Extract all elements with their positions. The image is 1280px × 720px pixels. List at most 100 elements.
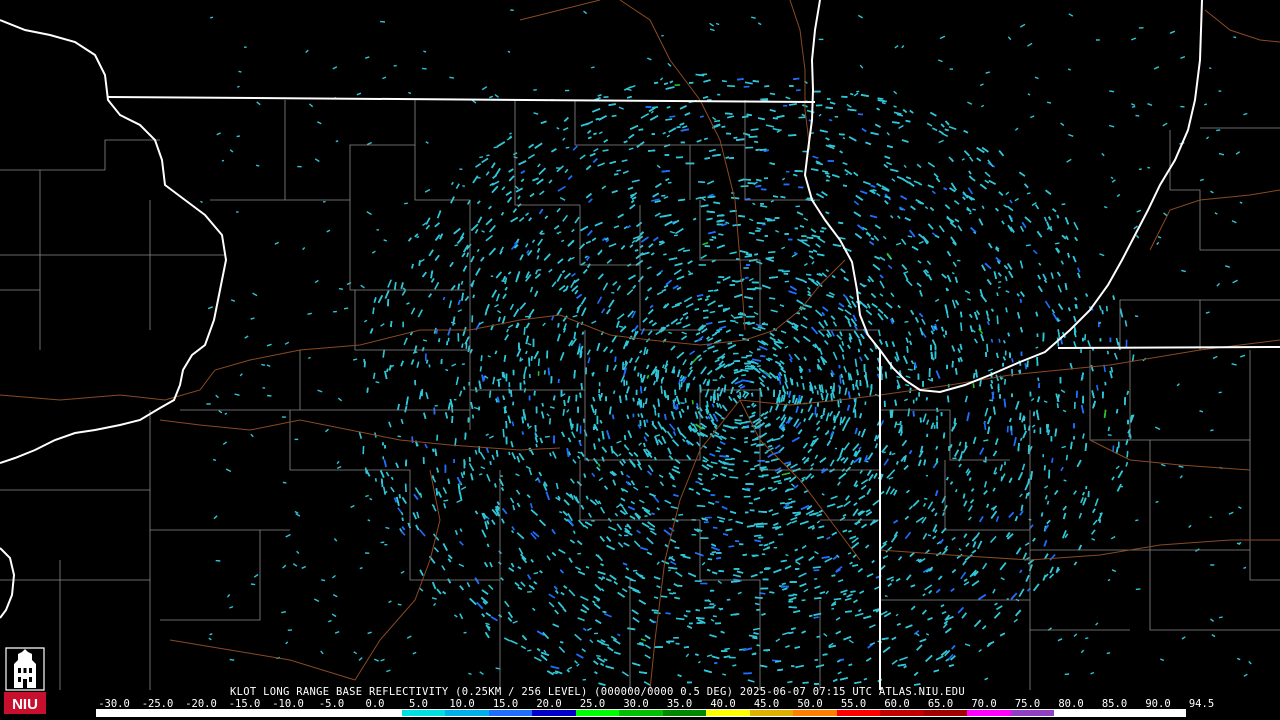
echo-pixel: [955, 488, 958, 493]
echo-pixel: [849, 92, 854, 96]
echo-pixel: [606, 364, 609, 372]
echo-pixel: [665, 118, 673, 121]
echo-pixel: [1126, 450, 1129, 458]
echo-pixel: [685, 383, 689, 392]
echo-pixel: [857, 392, 861, 397]
echo-pixel: [576, 322, 579, 328]
echo-pixel: [1003, 378, 1007, 385]
echo-pixel: [535, 443, 538, 448]
echo-pixel: [715, 500, 720, 504]
echo-pixel: [530, 355, 533, 361]
echo-pixel: [708, 289, 714, 292]
echo-pixel: [986, 343, 989, 352]
echo-pixel: [404, 483, 407, 493]
echo-pixel: [774, 660, 782, 663]
echo-pixel: [699, 115, 704, 118]
echo-pixel: [730, 319, 736, 323]
echo-pixel: [753, 140, 759, 144]
echo-pixel: [713, 201, 721, 205]
echo-pixel: [838, 386, 841, 394]
echo-pixel: [1040, 512, 1044, 517]
echo-pixel: [698, 472, 703, 476]
echo-pixel: [642, 402, 645, 409]
echo-pixel: [684, 397, 687, 403]
echo-pixel: [946, 395, 950, 403]
echo-pixel: [519, 357, 522, 362]
echo-pixel: [825, 389, 828, 394]
echo-pixel: [398, 494, 401, 499]
echo-pixel: [508, 451, 511, 456]
echo-pixel: [510, 389, 513, 397]
echo-pixel: [816, 390, 819, 395]
echo-pixel: [479, 366, 483, 372]
echo-pixel: [612, 390, 616, 395]
echo-pixel: [714, 119, 721, 123]
echo-pixel: [678, 378, 681, 385]
echo-pixel: [918, 182, 923, 186]
echo-pixel: [372, 307, 375, 315]
echo-pixel: [523, 380, 526, 385]
echo-pixel: [525, 350, 528, 355]
echo-pixel: [863, 677, 868, 681]
echo-pixel: [787, 680, 793, 684]
echo-pixel: [839, 416, 843, 426]
echo-pixel: [758, 544, 763, 547]
echo-pixel: [990, 338, 994, 343]
echo-pixel: [460, 280, 464, 285]
echo-pixel: [1011, 358, 1014, 363]
echo-pixel: [815, 413, 819, 418]
echo-pixel: [461, 343, 464, 348]
echo-pixel: [1131, 354, 1135, 362]
echo-pixel: [750, 128, 759, 131]
echo-pixel: [781, 582, 786, 586]
echo-pixel: [411, 436, 414, 443]
echo-pixel: [881, 101, 886, 105]
echo-pixel: [372, 372, 376, 380]
echo-pixel: [753, 534, 762, 537]
echo-pixel: [480, 355, 483, 362]
echo-pixel: [695, 73, 705, 77]
echo-pixel: [585, 566, 590, 569]
echo-pixel: [654, 409, 657, 416]
echo-pixel: [471, 414, 475, 419]
echo-pixel: [743, 460, 749, 463]
echo-pixel: [602, 149, 609, 152]
echo-pixel: [764, 451, 768, 455]
echo-pixel: [1126, 390, 1130, 395]
echo-pixel: [724, 495, 731, 498]
echo-pixel: [425, 359, 429, 364]
echo-pixel: [906, 346, 909, 353]
echo-pixel: [547, 367, 550, 376]
echo-pixel: [611, 114, 617, 118]
echo-pixel: [828, 118, 833, 122]
echo-pixel: [732, 664, 737, 667]
echo-pixel: [709, 310, 716, 314]
echo-pixel: [438, 338, 441, 343]
echo-pixel: [680, 382, 683, 388]
echo-pixel: [766, 546, 771, 549]
echo-pixel: [758, 475, 764, 478]
echo-pixel: [382, 349, 386, 358]
echo-pixel: [1000, 476, 1003, 482]
echo-pixel: [503, 354, 507, 362]
echo-pixel: [562, 408, 565, 416]
echo-pixel: [730, 196, 740, 200]
echo-pixel: [893, 105, 897, 108]
echo-pixel: [537, 358, 540, 366]
echo-pixel: [394, 282, 397, 290]
echo-pixel: [548, 418, 552, 425]
echo-pixel: [660, 385, 663, 394]
echo-pixel: [724, 647, 731, 651]
echo-pixel: [812, 566, 821, 569]
echo-pixel: [877, 97, 884, 100]
echo-pixel: [1084, 334, 1087, 341]
echo-pixel: [1112, 445, 1115, 452]
echo-pixel: [728, 545, 735, 548]
echo-pixel: [727, 85, 736, 88]
echo-pixel: [772, 659, 779, 662]
echo-pixel: [637, 413, 640, 418]
echo-pixel: [1056, 403, 1059, 409]
echo-pixel: [998, 338, 1001, 343]
echo-pixel: [718, 233, 724, 236]
echo-pixel: [754, 602, 760, 606]
